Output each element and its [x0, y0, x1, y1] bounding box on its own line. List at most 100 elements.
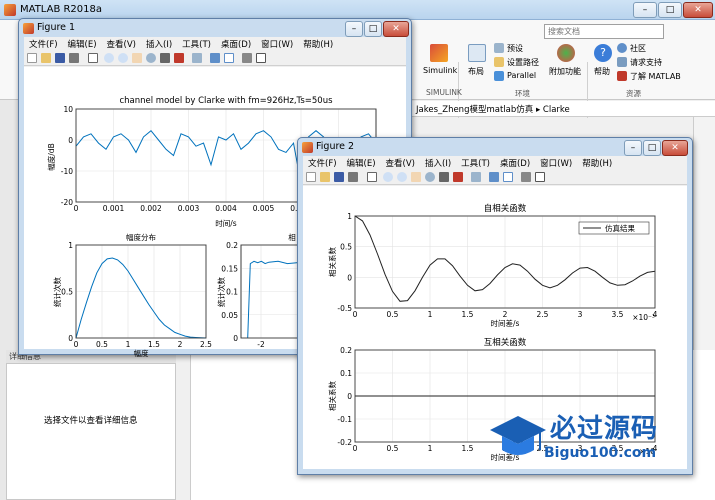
x-tick-label: 0: [353, 444, 358, 453]
menu-tools[interactable]: 工具(T): [177, 37, 216, 51]
link-icon[interactable]: [192, 53, 202, 63]
request-support-label[interactable]: 请求支持: [630, 57, 662, 68]
menu-file[interactable]: 文件(F): [24, 37, 63, 51]
pan-icon[interactable]: [132, 53, 142, 63]
zoom-in-icon[interactable]: [104, 53, 114, 63]
figure-2-toolbar: [303, 170, 687, 185]
fig1-close-button[interactable]: ✕: [383, 21, 409, 37]
minimize-button[interactable]: –: [633, 2, 657, 18]
pointer-icon[interactable]: [88, 53, 98, 63]
fig2-close-button[interactable]: ✕: [662, 140, 688, 156]
set-path-icon[interactable]: [494, 57, 504, 67]
preferences-icon[interactable]: [494, 43, 504, 53]
pointer-icon[interactable]: [367, 172, 377, 182]
address-bar[interactable]: Jakes_Zheng模型matlab仿真 ▸ Clarke: [410, 101, 715, 117]
menu-edit[interactable]: 编辑(E): [63, 37, 102, 51]
x-tick-label: 2: [178, 340, 183, 349]
hide-plot-tools-icon[interactable]: [521, 172, 531, 182]
set-path-label[interactable]: 设置路径: [507, 57, 539, 68]
y-tick-label: -0.5: [337, 304, 352, 313]
x-tick-label: 0.002: [140, 204, 162, 213]
figure-2-title: Figure 2: [316, 141, 355, 152]
menu-insert[interactable]: 插入(I): [141, 37, 177, 51]
new-figure-icon[interactable]: [306, 172, 316, 182]
legend-icon[interactable]: [224, 53, 234, 63]
community-icon[interactable]: [617, 43, 627, 53]
rotate-icon[interactable]: [425, 172, 435, 182]
brush-icon[interactable]: [453, 172, 463, 182]
simulink-icon[interactable]: [430, 44, 448, 62]
details-panel: [6, 363, 176, 500]
show-plot-tools-icon[interactable]: [535, 172, 545, 182]
menu-insert[interactable]: 插入(I): [420, 156, 456, 170]
workspace-side-bar: [693, 117, 715, 357]
menu-desktop[interactable]: 桌面(D): [216, 37, 256, 51]
community-label[interactable]: 社区: [630, 43, 646, 54]
data-cursor-icon[interactable]: [160, 53, 170, 63]
colorbar-icon[interactable]: [489, 172, 499, 182]
search-documentation-input[interactable]: [544, 24, 664, 39]
x-tick-label: 2.5: [537, 310, 549, 319]
menu-view[interactable]: 查看(V): [102, 37, 141, 51]
figure-2-title-bar[interactable]: Figure 2 – □ ✕: [298, 138, 692, 156]
figure-1-title-bar[interactable]: Figure 1 – □ ✕: [19, 19, 411, 37]
simulink-label[interactable]: Simulink: [423, 66, 457, 75]
plot-title: 相: [288, 232, 296, 242]
open-icon[interactable]: [320, 172, 330, 182]
menu-edit[interactable]: 编辑(E): [342, 156, 381, 170]
save-icon[interactable]: [55, 53, 65, 63]
print-icon[interactable]: [69, 53, 79, 63]
preferences-label[interactable]: 预设: [507, 43, 523, 54]
menu-file[interactable]: 文件(F): [303, 156, 342, 170]
layout-label[interactable]: 布局: [468, 66, 484, 77]
learn-matlab-label[interactable]: 了解 MATLAB: [630, 71, 681, 82]
menu-window[interactable]: 窗口(W): [256, 37, 298, 51]
layout-icon[interactable]: [468, 44, 486, 62]
x-tick-label: 2.5: [200, 340, 212, 349]
fig2-maximize-button[interactable]: □: [643, 140, 661, 156]
close-button[interactable]: ✕: [683, 2, 713, 18]
help-label[interactable]: 帮助: [594, 66, 610, 77]
learn-matlab-icon[interactable]: [617, 71, 627, 81]
figure-1-menubar: 文件(F) 编辑(E) 查看(V) 插入(I) 工具(T) 桌面(D) 窗口(W) 帮助(H): [24, 37, 406, 51]
fig1-maximize-button[interactable]: □: [364, 21, 382, 37]
save-icon[interactable]: [334, 172, 344, 182]
fig1-minimize-button[interactable]: –: [345, 21, 363, 37]
menu-window[interactable]: 窗口(W): [535, 156, 577, 170]
link-icon[interactable]: [471, 172, 481, 182]
legend-icon[interactable]: [503, 172, 513, 182]
menu-help[interactable]: 帮助(H): [577, 156, 617, 170]
maximize-button[interactable]: □: [658, 2, 682, 18]
y-tick-label: 0.15: [221, 264, 238, 273]
menu-help[interactable]: 帮助(H): [298, 37, 338, 51]
y-tick-label: 0: [347, 392, 352, 401]
zoom-in-icon[interactable]: [383, 172, 393, 182]
rotate-icon[interactable]: [146, 53, 156, 63]
addons-label[interactable]: 附加功能: [549, 66, 581, 77]
zoom-out-icon[interactable]: [118, 53, 128, 63]
show-plot-tools-icon[interactable]: [256, 53, 266, 63]
brush-icon[interactable]: [174, 53, 184, 63]
y-tick-label: 0.2: [226, 241, 238, 250]
hide-plot-tools-icon[interactable]: [242, 53, 252, 63]
menu-desktop[interactable]: 桌面(D): [495, 156, 535, 170]
help-icon[interactable]: ?: [594, 44, 612, 62]
open-icon[interactable]: [41, 53, 51, 63]
section-simulink: SIMULINK: [426, 88, 462, 97]
menu-tools[interactable]: 工具(T): [456, 156, 495, 170]
x-axis-label: 幅度: [134, 348, 149, 357]
parallel-icon[interactable]: [494, 71, 504, 81]
print-icon[interactable]: [348, 172, 358, 182]
zoom-out-icon[interactable]: [397, 172, 407, 182]
data-cursor-icon[interactable]: [439, 172, 449, 182]
request-support-icon[interactable]: [617, 57, 627, 67]
fig2-minimize-button[interactable]: –: [624, 140, 642, 156]
y-tick-label: 1: [347, 212, 352, 221]
figure-1-toolbar: [24, 51, 406, 66]
menu-view[interactable]: 查看(V): [381, 156, 420, 170]
addons-icon[interactable]: [557, 44, 575, 62]
parallel-label[interactable]: Parallel: [507, 71, 536, 80]
pan-icon[interactable]: [411, 172, 421, 182]
colorbar-icon[interactable]: [210, 53, 220, 63]
new-figure-icon[interactable]: [27, 53, 37, 63]
